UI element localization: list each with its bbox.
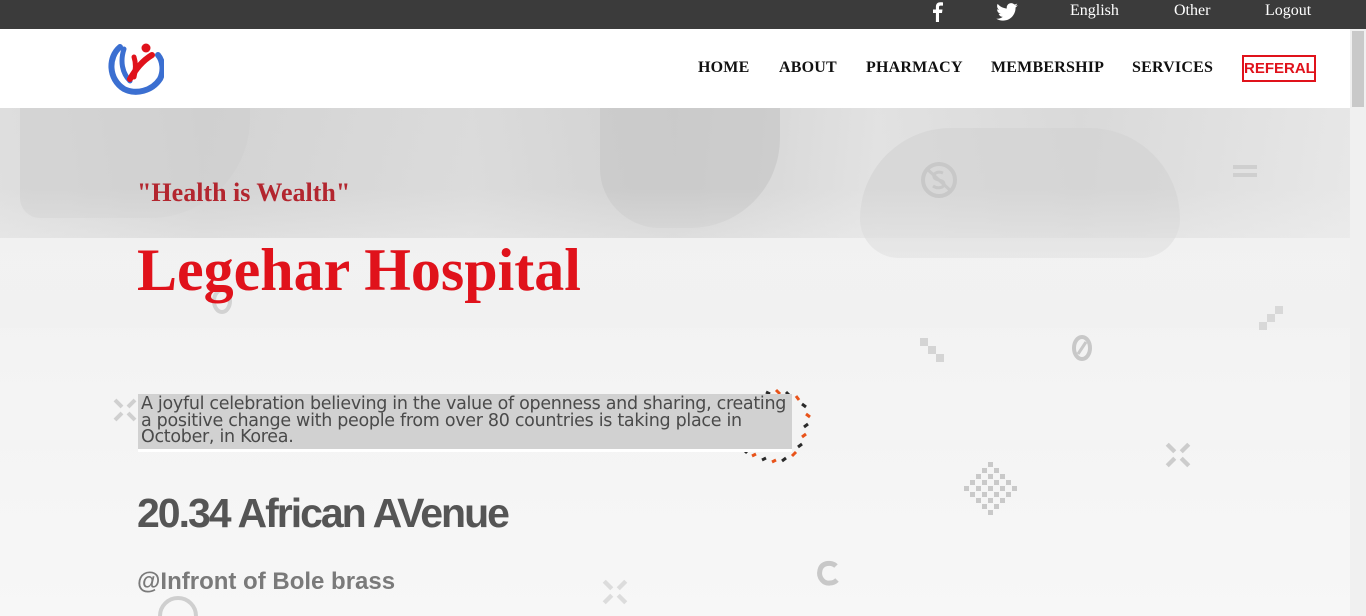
hero-address: 20.34 African AVenue [137,490,510,536]
hero-section: "Health is Wealth" Legehar Hospital A jo… [0,108,1350,616]
hero-address-note: @Infront of Bole brass [137,568,396,595]
hospital-logo[interactable] [106,39,166,95]
hero-description: A joyful celebration believing in the va… [141,394,787,447]
diamond-dots-icon [964,462,1017,515]
hero-title: Legehar Hospital [137,237,581,303]
cross-icon [1165,442,1191,468]
nav-referal-button[interactable]: REFERAL [1242,55,1316,82]
dollar-circle-icon [921,162,957,198]
nav-about[interactable]: ABOUT [779,59,837,77]
cross-icon [602,579,628,605]
facebook-icon[interactable] [930,0,944,29]
letter-c-icon [817,560,839,586]
scrollbar-thumb[interactable] [1352,31,1364,107]
twitter-icon[interactable] [996,0,1018,29]
nav-pharmacy[interactable]: PHARMACY [866,59,963,77]
pixel-steps-icon [920,338,944,362]
top-bar: English Other Logout [0,0,1366,29]
hero-tagline: "Health is Wealth" [137,178,351,207]
other-link[interactable]: Other [1174,0,1210,29]
site-header: HOME ABOUT PHARMACY MEMBERSHIP SERVICES … [0,29,1350,108]
cross-icon [113,398,137,422]
nav-home[interactable]: HOME [698,59,749,77]
nav-services[interactable]: SERVICES [1132,59,1213,77]
equals-icon [1233,165,1257,177]
logout-link[interactable]: Logout [1265,0,1311,29]
pixel-steps-icon [1259,306,1283,330]
nav-membership[interactable]: MEMBERSHIP [991,59,1104,77]
page-scrollbar[interactable] [1350,29,1366,616]
zero-icon [1072,335,1092,361]
language-link[interactable]: English [1070,0,1119,29]
